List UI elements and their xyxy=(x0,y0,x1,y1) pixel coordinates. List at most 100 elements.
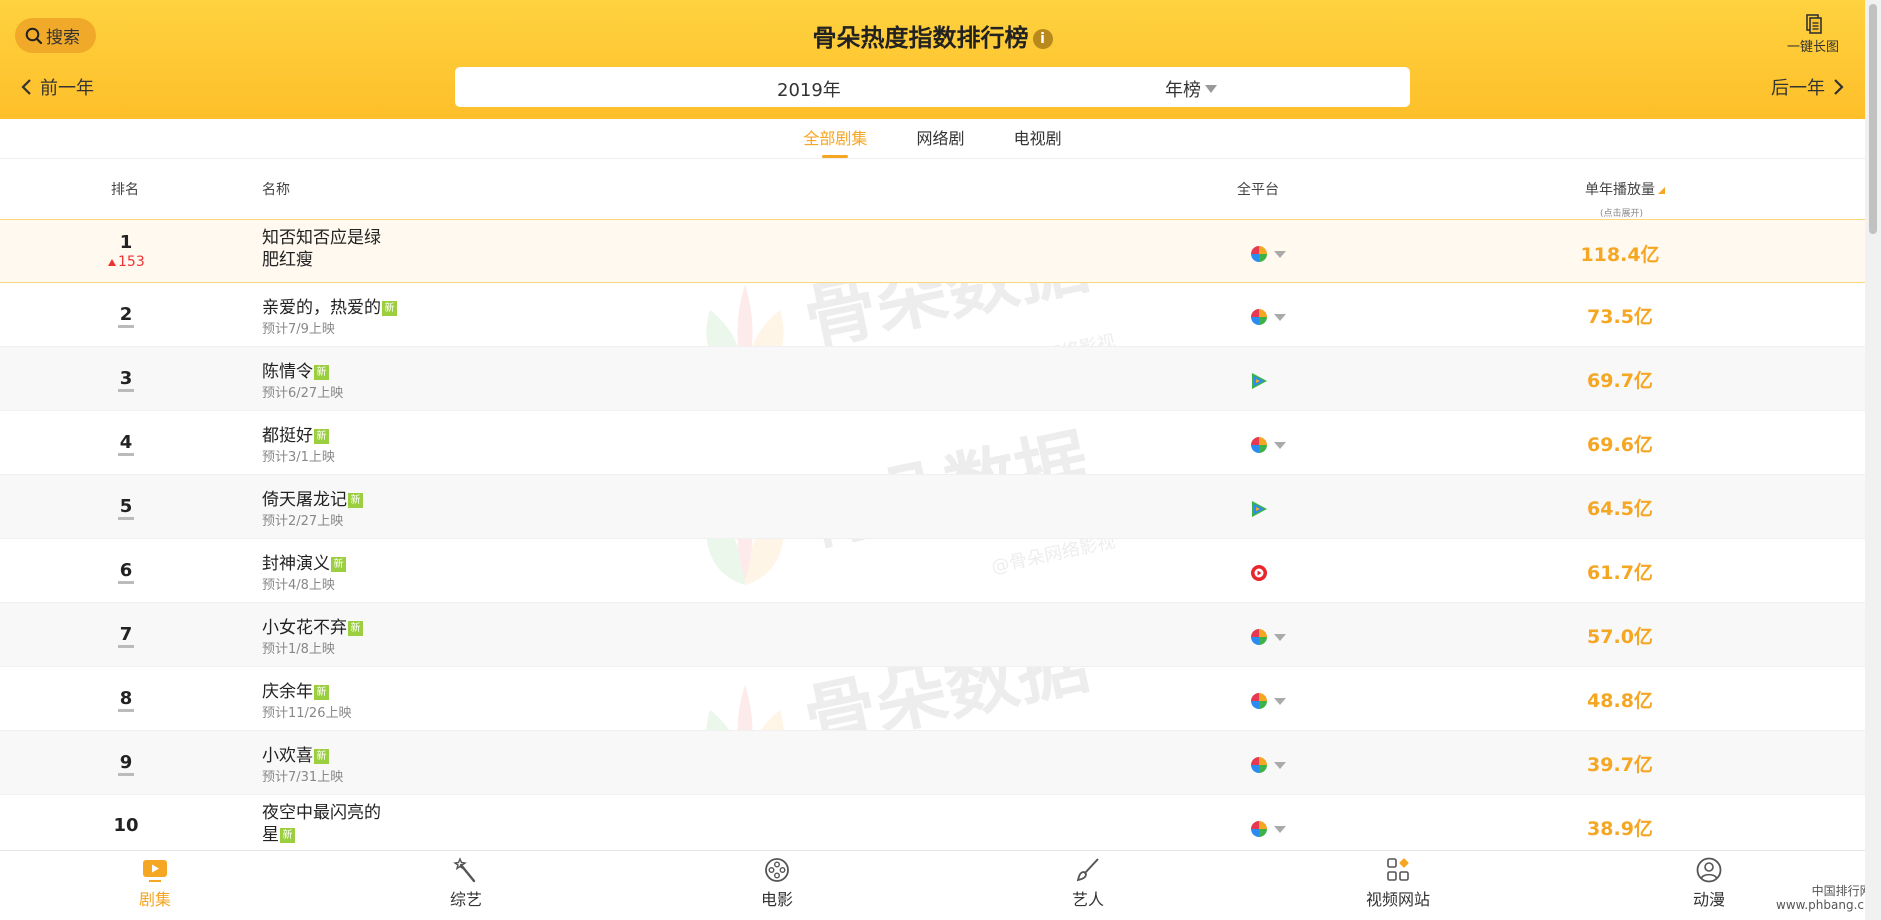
nav-item-movie[interactable]: 电影 xyxy=(727,857,827,910)
drama-title-text: 倚天屠龙记 xyxy=(262,490,347,510)
platform-dropdown[interactable] xyxy=(1250,436,1286,454)
caret-down-icon xyxy=(1205,85,1217,93)
long-image-button[interactable]: 一键长图 xyxy=(1780,14,1846,55)
drama-title-text: 小欢喜 xyxy=(262,746,313,766)
drama-title[interactable]: 封神演义新 xyxy=(262,549,346,574)
play-count: 61.7亿 xyxy=(1587,562,1653,584)
new-badge: 新 xyxy=(314,749,329,764)
play-count: 73.5亿 xyxy=(1587,306,1653,328)
nav-item-artist[interactable]: 艺人 xyxy=(1038,857,1138,910)
col-rank-header: 排名 xyxy=(111,182,139,198)
drama-title-line1: 知否知否应是绿 xyxy=(262,228,381,248)
col-platform-header[interactable]: 全平台 xyxy=(1237,179,1279,199)
col-plays-header: 单年播放量 xyxy=(1585,182,1655,198)
document-icon xyxy=(1806,14,1822,34)
rank-number: 7 xyxy=(118,625,134,648)
ranking-type-select[interactable]: 年榜 xyxy=(1165,76,1217,102)
table-row[interactable]: 6 封神演义新 预计4/8上映 61.7亿 xyxy=(0,539,1865,603)
nav-item-variety[interactable]: 综艺 xyxy=(416,857,516,910)
platform-dropdown[interactable] xyxy=(1250,756,1286,774)
rank-change-value: 153 xyxy=(118,254,145,270)
platform-icon-link[interactable] xyxy=(1250,564,1268,582)
nav-item-video-sites[interactable]: 视频网站 xyxy=(1348,857,1448,910)
drama-title-line2: 肥红瘦 xyxy=(262,250,313,270)
play-count: 69.7亿 xyxy=(1587,370,1653,392)
table-row[interactable]: 1 153 知否知否应是绿 肥红瘦 118.4亿 xyxy=(0,219,1865,283)
drama-title[interactable]: 庆余年新 xyxy=(262,677,329,702)
col-plays-sort-button[interactable]: 单年播放量 xyxy=(1585,179,1665,199)
category-tabs: 全部剧集 网络剧 电视剧 xyxy=(0,119,1865,159)
ranking-list: 1 153 知否知否应是绿 肥红瘦 118.4亿 2 亲爱的，热爱的新 预计7/9… xyxy=(0,219,1865,859)
platform-icon-link[interactable] xyxy=(1250,372,1268,390)
table-row[interactable]: 9 小欢喜新 预计7/31上映 39.7亿 xyxy=(0,731,1865,795)
release-date: 预计3/1上映 xyxy=(262,450,335,465)
tencent-video-icon xyxy=(1252,501,1267,517)
next-year-button[interactable]: 后一年 xyxy=(1771,74,1845,100)
table-row[interactable]: 7 小女花不弃新 预计1/8上映 57.0亿 xyxy=(0,603,1865,667)
platform-dropdown[interactable] xyxy=(1250,692,1286,710)
nav-item-series[interactable]: 剧集 xyxy=(105,857,205,910)
drama-title[interactable]: 都挺好新 xyxy=(262,421,329,446)
table-row[interactable]: 8 庆余年新 预计11/26上映 48.8亿 xyxy=(0,667,1865,731)
play-count: 57.0亿 xyxy=(1587,626,1653,648)
app-root: 搜索 骨朵热度指数排行榜 i 一键长图 前一年 2019年 年榜 后一年 全部剧… xyxy=(0,0,1881,920)
platform-dropdown[interactable] xyxy=(1250,245,1286,263)
corner-watermark: 中国排行网 www.phbang.cn xyxy=(1776,884,1872,912)
release-date: 预计7/9上映 xyxy=(262,322,335,337)
drama-title[interactable]: 小欢喜新 xyxy=(262,741,329,766)
new-badge: 新 xyxy=(348,621,363,636)
nav-label: 综艺 xyxy=(449,890,482,909)
drama-title[interactable]: 小女花不弃新 xyxy=(262,613,363,638)
release-date: 预计1/8上映 xyxy=(262,642,335,657)
release-date: 预计6/27上映 xyxy=(262,386,344,401)
drama-title[interactable]: 陈情令新 xyxy=(262,357,329,382)
table-header: 排名 名称 全平台 单年播放量 (点击展开) xyxy=(0,160,1865,219)
drama-title[interactable]: 亲爱的，热爱的新 xyxy=(262,293,397,318)
table-row[interactable]: 3 陈情令新 预计6/27上映 69.7亿 xyxy=(0,347,1865,411)
nav-item-anime[interactable]: 动漫 xyxy=(1659,857,1759,910)
col-plays-hint: (点击展开) xyxy=(1600,209,1644,219)
tab-all-series[interactable]: 全部剧集 xyxy=(803,119,867,159)
prev-year-button[interactable]: 前一年 xyxy=(20,74,94,100)
platform-icon-link[interactable] xyxy=(1250,500,1268,518)
chevron-down-icon xyxy=(1274,313,1286,321)
new-badge: 新 xyxy=(348,493,363,508)
youku-icon xyxy=(1251,565,1267,581)
nav-label: 动漫 xyxy=(1692,890,1725,909)
drama-title[interactable]: 知否知否应是绿 肥红瘦 xyxy=(262,227,381,271)
release-date: 预计2/27上映 xyxy=(262,514,344,529)
vertical-scrollbar[interactable] xyxy=(1865,0,1881,920)
platform-dropdown[interactable] xyxy=(1250,308,1286,326)
table-row[interactable]: 4 都挺好新 预计3/1上映 69.6亿 xyxy=(0,411,1865,475)
brush-icon xyxy=(1076,858,1099,882)
table-row[interactable]: 2 亲爱的，热爱的新 预计7/9上映 73.5亿 xyxy=(0,283,1865,347)
drama-title[interactable]: 倚天屠龙记新 xyxy=(262,485,363,510)
drama-title-text: 庆余年 xyxy=(262,682,313,702)
play-count: 64.5亿 xyxy=(1587,498,1653,520)
platform-dropdown[interactable] xyxy=(1250,628,1286,646)
year-select[interactable]: 2019年 xyxy=(777,76,841,102)
table-row[interactable]: 5 倚天屠龙记新 预计2/27上映 64.5亿 xyxy=(0,475,1865,539)
page-title-wrap: 骨朵热度指数排行榜 i xyxy=(0,18,1865,53)
bottom-nav: 剧集 综艺 电影 艺人 视频网站 动漫 xyxy=(0,850,1865,920)
next-year-label: 后一年 xyxy=(1771,78,1825,99)
info-icon[interactable]: i xyxy=(1032,29,1053,49)
drama-title-line1: 夜空中最闪亮的 xyxy=(262,803,381,823)
new-badge: 新 xyxy=(314,429,329,444)
new-badge: 新 xyxy=(382,301,397,316)
long-image-label: 一键长图 xyxy=(1786,40,1839,55)
scrollbar-thumb[interactable] xyxy=(1869,4,1877,234)
new-badge: 新 xyxy=(314,365,329,380)
multi-platform-icon xyxy=(1251,693,1267,709)
tab-web-series[interactable]: 网络剧 xyxy=(916,119,964,159)
rank-number: 6 xyxy=(118,561,134,584)
header-bar: 搜索 骨朵热度指数排行榜 i 一键长图 前一年 2019年 年榜 后一年 xyxy=(0,0,1865,119)
rank-number: 4 xyxy=(118,433,134,456)
multi-platform-icon xyxy=(1251,757,1267,773)
play-count: 48.8亿 xyxy=(1587,690,1653,712)
platform-dropdown[interactable] xyxy=(1250,820,1286,838)
release-date: 预计7/31上映 xyxy=(262,770,344,785)
tab-tv-series[interactable]: 电视剧 xyxy=(1014,119,1062,159)
nav-label: 艺人 xyxy=(1071,890,1104,909)
drama-title[interactable]: 夜空中最闪亮的星新 xyxy=(262,802,381,846)
